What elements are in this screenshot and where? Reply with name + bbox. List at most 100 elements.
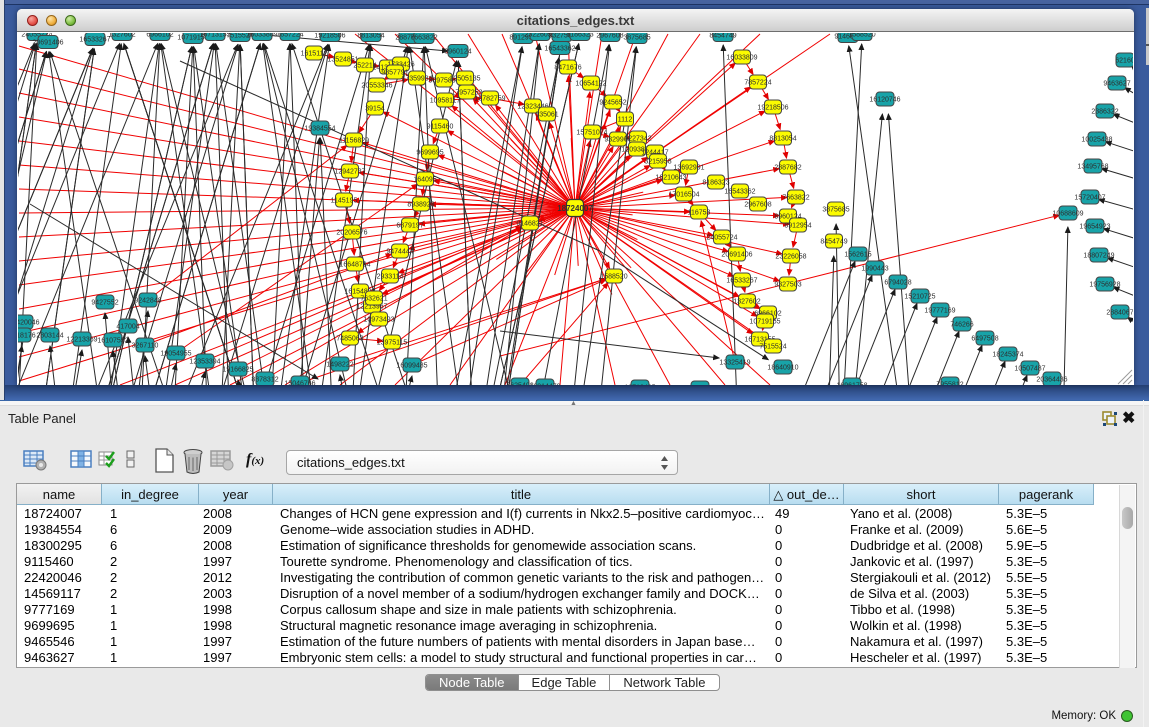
svg-text:19756928: 19756928 [1089, 282, 1120, 289]
svg-text:15046766: 15046766 [284, 381, 315, 386]
svg-text:2967608: 2967608 [744, 202, 771, 209]
svg-text:9115460: 9115460 [427, 124, 454, 131]
svg-text:8454749: 8454749 [709, 33, 736, 40]
svg-text:7485063: 7485063 [336, 336, 363, 343]
svg-text:2887682: 2887682 [774, 165, 801, 172]
svg-text:6966102: 6966102 [146, 33, 173, 39]
svg-text:7857224: 7857224 [744, 80, 771, 87]
svg-text:16914479: 16914479 [529, 384, 560, 386]
svg-text:17016504: 17016504 [668, 192, 699, 199]
svg-text:11156829: 11156829 [339, 138, 369, 145]
svg-text:3267110: 3267110 [132, 343, 159, 350]
svg-text:12942737: 12942737 [334, 169, 365, 176]
svg-text:3215958: 3215958 [644, 159, 671, 166]
svg-text:3875685: 3875685 [623, 35, 650, 42]
svg-text:7955812: 7955812 [936, 382, 963, 386]
svg-text:1112: 1112 [618, 117, 633, 124]
svg-text:15210725: 15210725 [904, 294, 935, 301]
svg-text:19054955: 19054955 [160, 351, 191, 358]
svg-text:2884067: 2884067 [1106, 310, 1133, 317]
svg-text:16033809: 16033809 [246, 33, 277, 39]
svg-text:13975115: 13975115 [377, 340, 408, 347]
svg-text:9227342: 9227342 [624, 136, 651, 143]
svg-text:935061: 935061 [535, 112, 558, 119]
svg-text:19654923: 19654923 [1079, 224, 1110, 231]
svg-text:18640910: 18640910 [767, 365, 798, 372]
svg-text:12353394: 12353394 [189, 359, 220, 366]
svg-text:20553346: 20553346 [361, 83, 392, 90]
svg-text:62160: 62160 [1115, 58, 1133, 65]
svg-text:15751074: 15751074 [576, 130, 607, 137]
svg-text:18245374: 18245374 [992, 352, 1023, 359]
svg-text:8960124: 8960124 [444, 49, 471, 56]
svg-text:19384554: 19384554 [304, 126, 335, 133]
svg-text:8813054: 8813054 [769, 136, 796, 143]
svg-text:1327602: 1327602 [733, 299, 760, 306]
svg-text:8813054: 8813054 [357, 33, 384, 40]
svg-text:22420046: 22420046 [18, 320, 40, 327]
svg-text:12213369: 12213369 [66, 337, 97, 344]
svg-text:9242848: 9242848 [134, 298, 161, 305]
svg-text:8912954: 8912954 [784, 223, 811, 230]
svg-text:2803144: 2803144 [36, 333, 63, 340]
svg-text:13495768: 13495768 [1077, 164, 1108, 171]
svg-text:19218506: 19218506 [757, 105, 788, 112]
svg-text:6794028: 6794028 [884, 280, 911, 287]
svg-text:6497508: 6497508 [971, 336, 998, 343]
svg-text:7857224: 7857224 [276, 33, 303, 39]
svg-text:20364436: 20364436 [1036, 377, 1067, 384]
svg-text:1145195: 1145195 [331, 198, 358, 205]
svg-text:9146821: 9146821 [516, 221, 543, 228]
svg-text:2718176: 2718176 [18, 333, 36, 340]
svg-text:9245652: 9245652 [599, 100, 626, 107]
svg-text:20206576: 20206576 [336, 230, 367, 237]
svg-text:13692991: 13692991 [673, 165, 704, 172]
svg-text:15720407: 15720407 [1074, 195, 1105, 202]
svg-text:8186323: 8186323 [702, 180, 729, 187]
svg-text:7515524: 7515524 [759, 344, 786, 351]
svg-text:8938923: 8938923 [407, 202, 434, 209]
svg-text:16961758: 16961758 [836, 383, 867, 386]
svg-text:16033809: 16033809 [726, 55, 757, 62]
svg-text:417004: 417004 [116, 324, 139, 331]
svg-text:116753: 116753 [688, 210, 711, 217]
svg-text:18724007: 18724007 [557, 204, 593, 213]
svg-text:1615112: 1615112 [301, 51, 328, 58]
svg-text:16543362: 16543362 [724, 189, 755, 196]
svg-text:1562615: 1562615 [844, 252, 871, 259]
svg-text:10654122: 10654122 [575, 81, 606, 88]
svg-text:9427552: 9427552 [91, 300, 118, 307]
svg-text:20691406: 20691406 [32, 40, 63, 47]
svg-text:1498222: 1498222 [326, 362, 353, 369]
svg-text:10719155: 10719155 [749, 319, 780, 326]
svg-text:6879197: 6879197 [396, 223, 423, 230]
svg-text:7663822: 7663822 [782, 195, 809, 202]
svg-text:2386322: 2386322 [1091, 109, 1118, 116]
svg-text:9463627: 9463627 [1103, 81, 1130, 88]
svg-text:20691406: 20691406 [721, 252, 752, 259]
svg-text:16120746: 16120746 [869, 97, 900, 104]
svg-text:1588520: 1588520 [848, 33, 875, 39]
svg-text:16543362: 16543362 [544, 46, 575, 53]
svg-text:10958117: 10958117 [430, 98, 461, 105]
svg-text:3875685: 3875685 [822, 207, 849, 214]
svg-text:8878312: 8878312 [251, 377, 278, 384]
svg-text:13710485: 13710485 [624, 385, 655, 386]
svg-text:1588520: 1588520 [600, 274, 627, 281]
svg-text:13325419: 13325419 [719, 360, 750, 367]
svg-text:19777169: 19777169 [924, 308, 955, 315]
svg-text:10688609: 10688609 [1052, 211, 1083, 218]
svg-text:2933114: 2933114 [377, 274, 404, 281]
svg-text:10507487: 10507487 [1014, 366, 1045, 373]
svg-text:746266: 746266 [950, 322, 973, 329]
svg-text:9327503: 9327503 [774, 282, 801, 289]
svg-text:7632621: 7632621 [360, 296, 387, 303]
svg-text:10973493: 10973493 [363, 317, 394, 324]
svg-text:19166825: 19166825 [222, 367, 253, 374]
svg-text:16107552: 16107552 [97, 338, 128, 345]
svg-text:39154: 39154 [365, 106, 385, 113]
svg-text:16648784: 16648784 [339, 262, 370, 269]
svg-text:10025438: 10025438 [1081, 137, 1112, 144]
svg-text:2967608: 2967608 [596, 33, 623, 40]
svg-text:16099485: 16099485 [396, 363, 427, 370]
